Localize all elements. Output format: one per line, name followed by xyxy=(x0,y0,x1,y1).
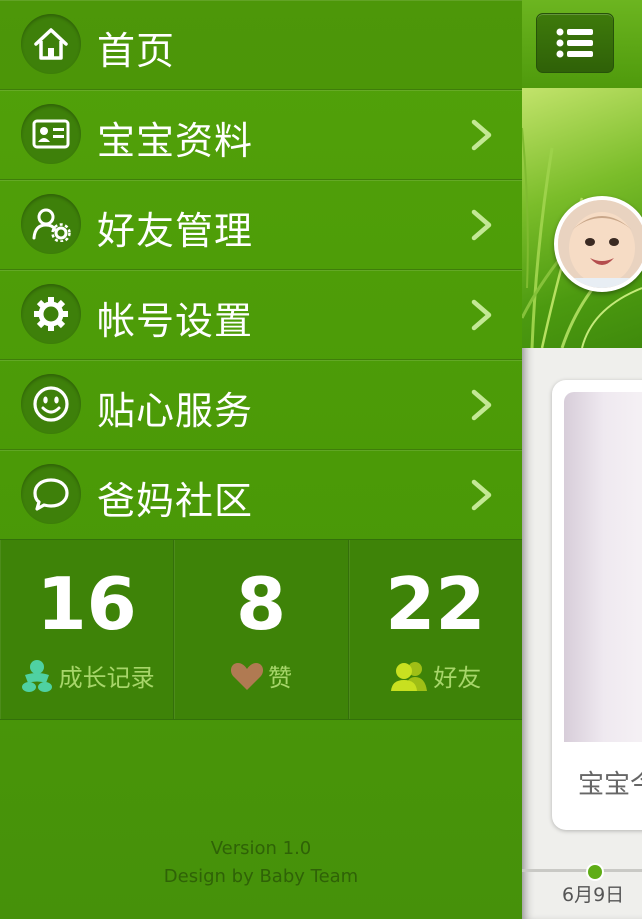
stats-row: 16 成长记录 8 赞 22 好友 xyxy=(0,539,522,720)
menu-item-parent-community[interactable]: 爸妈社区 xyxy=(0,450,522,540)
menu-item-label: 首页 xyxy=(97,29,176,73)
menu-toggle-button[interactable] xyxy=(536,13,614,73)
stat-friends[interactable]: 22 好友 xyxy=(349,540,522,719)
chevron-right-icon xyxy=(471,299,492,331)
stat-caption: 成长记录 xyxy=(58,664,155,692)
gear-icon xyxy=(21,284,81,344)
stat-value: 16 xyxy=(36,562,137,646)
chevron-right-icon xyxy=(471,209,492,241)
timeline-dot xyxy=(586,863,604,881)
main-content-peek[interactable]: 宝宝今 6月9日 xyxy=(522,0,642,919)
timeline-line xyxy=(522,869,642,872)
id-card-icon xyxy=(21,104,81,164)
cover-banner xyxy=(522,88,642,348)
stat-likes[interactable]: 8 赞 xyxy=(174,540,349,719)
list-menu-icon xyxy=(556,28,593,58)
friend-settings-icon xyxy=(21,194,81,254)
menu-item-friend-management[interactable]: 好友管理 xyxy=(0,180,522,270)
stat-caption: 赞 xyxy=(267,664,292,692)
stat-value: 22 xyxy=(385,562,486,646)
stat-value: 8 xyxy=(235,562,287,646)
card-caption: 宝宝今 xyxy=(578,770,642,800)
menu-item-account-settings[interactable]: 帐号设置 xyxy=(0,270,522,360)
growth-record-card[interactable]: 宝宝今 xyxy=(552,380,642,830)
menu-item-label: 帐号设置 xyxy=(97,299,254,343)
friends-icon xyxy=(391,661,428,691)
heart-icon xyxy=(230,662,264,690)
menu-item-baby-profile[interactable]: 宝宝资料 xyxy=(0,90,522,180)
menu-item-home[interactable]: 首页 xyxy=(0,0,522,90)
menu-item-label: 爸妈社区 xyxy=(97,479,254,523)
stat-growth-records[interactable]: 16 成长记录 xyxy=(0,540,175,719)
chevron-right-icon xyxy=(471,119,492,151)
menu-item-label: 好友管理 xyxy=(97,209,254,253)
header-bar xyxy=(522,0,642,88)
menu-item-label: 宝宝资料 xyxy=(97,119,254,163)
stat-caption: 好友 xyxy=(433,664,482,692)
record-photo xyxy=(564,392,642,742)
menu-item-label: 贴心服务 xyxy=(97,389,254,433)
home-icon xyxy=(21,14,81,74)
baby-icon xyxy=(21,659,52,692)
credit-text: Design by Baby Team xyxy=(163,866,359,887)
side-drawer: 首页 宝宝资料 好友管理 帐号设置 贴心服务 爸妈社区 16 成长记录 8 赞 … xyxy=(0,0,522,919)
smiley-icon xyxy=(21,374,81,434)
timeline-date: 6月9日 xyxy=(562,884,625,906)
baby-avatar[interactable] xyxy=(554,196,642,292)
chat-bubble-icon xyxy=(21,464,81,524)
version-text: Version 1.0 xyxy=(210,838,312,859)
menu-item-care-services[interactable]: 贴心服务 xyxy=(0,360,522,450)
chevron-right-icon xyxy=(471,389,492,421)
chevron-right-icon xyxy=(471,479,492,511)
